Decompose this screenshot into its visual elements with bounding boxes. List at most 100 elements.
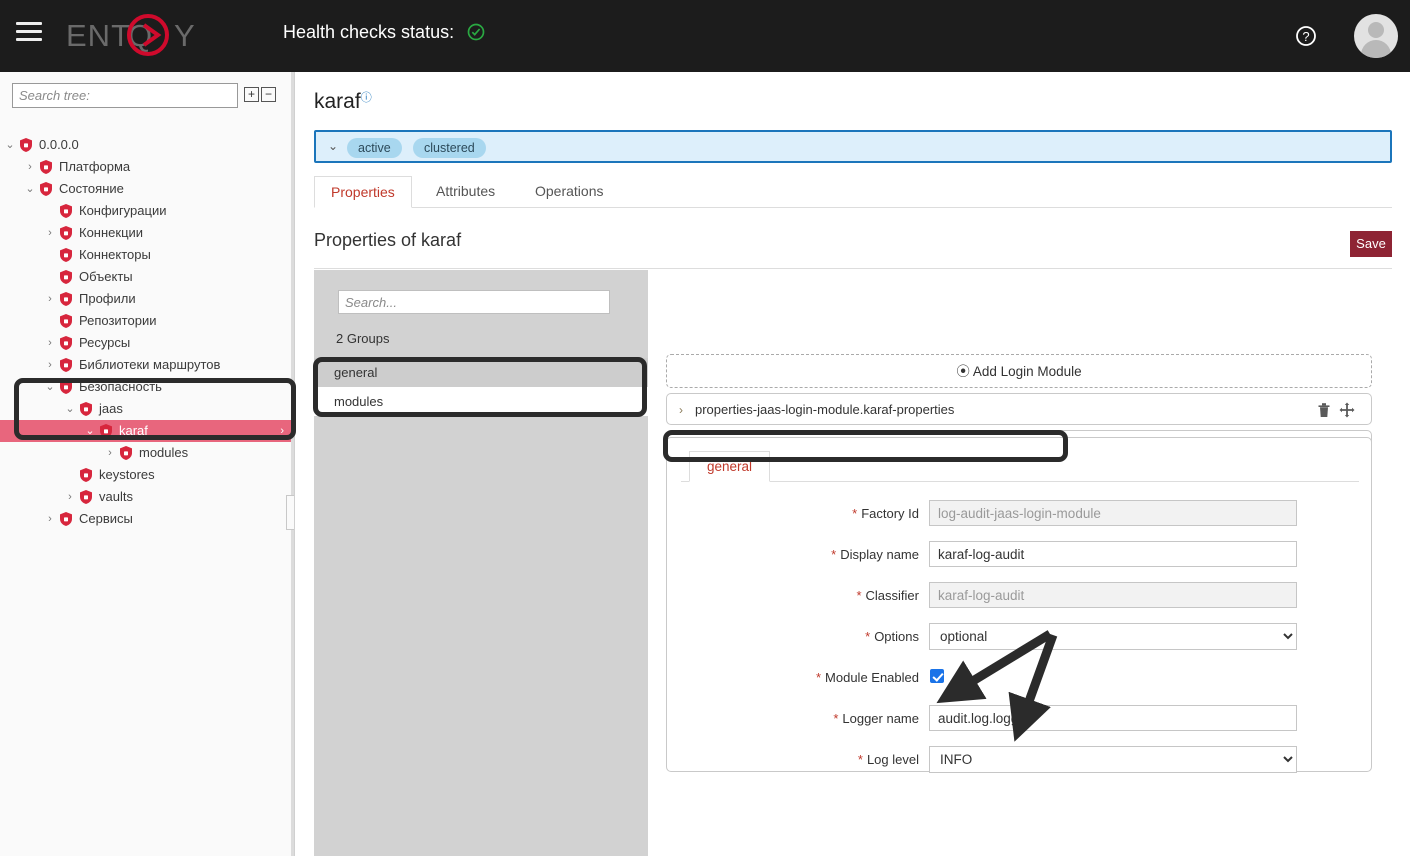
login-module-detail-panel: general *Factory Id*Display name*Classif…	[666, 437, 1372, 772]
resource-tree: ⌄0.0.0.0›Платформа⌄СостояниеКонфигурации…	[0, 134, 294, 530]
add-login-module-button[interactable]: ⦿ Add Login Module	[666, 354, 1372, 388]
page-title: karafⓘ	[314, 89, 372, 114]
input-classifier	[929, 582, 1297, 608]
security-icon	[58, 379, 74, 395]
chevron-right-icon[interactable]: ›	[44, 332, 56, 354]
field-label-text: Logger name	[842, 711, 919, 726]
status-collapse-icon[interactable]: ⌄	[328, 139, 338, 153]
login-module-row[interactable]: › properties-jaas-login-module.karaf-prop…	[666, 393, 1372, 425]
resources-icon	[58, 335, 74, 351]
tree-item-modules[interactable]: › modules	[0, 442, 294, 464]
tree-item-jaas[interactable]: ⌄jaas	[0, 398, 294, 420]
checkbox-module-enabled[interactable]	[930, 669, 944, 683]
tree-item-label: Ресурсы	[79, 332, 130, 354]
chevron-right-icon[interactable]: ›	[44, 354, 56, 376]
tree-item--[interactable]: ⌄ Безопасность	[0, 376, 294, 398]
tab-operations[interactable]: Operations	[519, 176, 619, 208]
chevron-right-icon[interactable]: ›	[24, 156, 36, 178]
chevron-right-icon[interactable]: ›	[679, 394, 683, 426]
chevron-right-icon[interactable]: ›	[44, 222, 56, 244]
required-asterisk: *	[856, 588, 861, 603]
security-icon	[98, 423, 114, 439]
tree-item-label: Сервисы	[79, 508, 133, 530]
move-icon[interactable]	[1339, 402, 1355, 418]
tree-item--[interactable]: Конфигурации	[0, 200, 294, 222]
chevron-right-icon[interactable]: ›	[104, 442, 116, 464]
chevron-down-icon[interactable]: ⌄	[84, 420, 96, 442]
tab-properties[interactable]: Properties	[314, 176, 412, 208]
tab-attributes[interactable]: Attributes	[420, 176, 511, 208]
security-icon	[78, 401, 94, 417]
tree-item--[interactable]: ›Платформа	[0, 156, 294, 178]
tree-item--[interactable]: Репозитории	[0, 310, 294, 332]
sidebar-scrollbar-thumb[interactable]	[286, 495, 295, 530]
tree-item-0-0-0-0[interactable]: ⌄0.0.0.0	[0, 134, 294, 156]
subtab-general[interactable]: general	[689, 451, 770, 482]
field-label-classifier: * Classifier	[667, 588, 919, 603]
field-label-log-level: * Log level	[667, 752, 919, 767]
tree-item-label: modules	[139, 442, 188, 464]
route-libraries-icon	[58, 357, 74, 373]
objects-icon	[58, 269, 74, 285]
collapse-all-icon[interactable]: −	[261, 87, 276, 102]
group-item-modules[interactable]: modules	[314, 387, 648, 416]
tree-item--[interactable]: ›Библиотеки маршрутов	[0, 354, 294, 376]
tree-item-label: Безопасность	[79, 376, 162, 398]
chevron-right-icon[interactable]: ›	[64, 486, 76, 508]
select-options[interactable]: optional	[929, 623, 1297, 650]
hamburger-icon[interactable]	[16, 22, 42, 44]
group-item-general[interactable]: general	[314, 358, 648, 387]
security-icon	[78, 489, 94, 505]
expand-all-icon[interactable]: +	[244, 87, 259, 102]
required-asterisk: *	[816, 670, 821, 685]
field-label-options: *Options	[667, 629, 919, 644]
top-bar: ENT Q Y Health checks status: ?	[0, 0, 1410, 72]
form-row: *Display name	[667, 536, 1373, 577]
help-circle-icon[interactable]: ?	[1294, 24, 1318, 48]
tree-item--[interactable]: › Профили	[0, 288, 294, 310]
chevron-right-icon[interactable]: ›	[44, 508, 56, 530]
chevron-down-icon[interactable]: ⌄	[24, 178, 36, 200]
form-row: * Classifier	[667, 577, 1373, 618]
tree-item--[interactable]: ›Коннекции	[0, 222, 294, 244]
tree-item-label: Профили	[79, 288, 136, 310]
tree-item-keystores[interactable]: keystores	[0, 464, 294, 486]
select-log-level[interactable]: INFO	[929, 746, 1297, 773]
section-title: Properties of karaf	[314, 230, 461, 251]
tree-item--[interactable]: ⌄Состояние	[0, 178, 294, 200]
sidebar-scrollbar[interactable]	[291, 72, 294, 856]
tree-item--[interactable]: Объекты	[0, 266, 294, 288]
check-circle-icon	[467, 23, 485, 46]
field-label-text: Log level	[867, 752, 919, 767]
tree-item--[interactable]: › Ресурсы	[0, 332, 294, 354]
login-module-name: properties-jaas-login-module.karaf-prope…	[695, 394, 954, 426]
field-label-text: Display name	[840, 547, 919, 562]
input-display-name[interactable]	[929, 541, 1297, 567]
tree-item--[interactable]: Коннекторы	[0, 244, 294, 266]
security-icon	[118, 445, 134, 461]
user-avatar-icon[interactable]	[1354, 14, 1398, 58]
input-factory-id	[929, 500, 1297, 526]
tree-item-vaults[interactable]: ›vaults	[0, 486, 294, 508]
required-asterisk: *	[858, 752, 863, 767]
trash-icon[interactable]	[1317, 402, 1331, 418]
chevron-right-icon[interactable]: ›	[44, 288, 56, 310]
tree-item-karaf[interactable]: ⌄karaf›	[0, 420, 294, 442]
svg-text:Y: Y	[174, 18, 196, 53]
input-logger-name[interactable]	[929, 705, 1297, 731]
tree-item--[interactable]: › Сервисы	[0, 508, 294, 530]
field-label-text: Options	[874, 629, 919, 644]
save-button[interactable]: Save	[1350, 231, 1392, 257]
header-divider	[314, 268, 1392, 269]
chevron-down-icon[interactable]: ⌄	[4, 134, 16, 156]
field-label-factory-id: *Factory Id	[667, 506, 919, 521]
info-circle-icon[interactable]: ⓘ	[361, 92, 372, 104]
field-label-text: Classifier	[866, 588, 919, 603]
tree-search-input[interactable]	[12, 83, 238, 108]
field-label-text: Module Enabled	[825, 670, 919, 685]
groups-search-input[interactable]	[338, 290, 610, 314]
main-content: karafⓘ ⌄ active clustered Properties Att…	[296, 72, 1410, 856]
chevron-down-icon[interactable]: ⌄	[64, 398, 76, 420]
tree-item-open-icon[interactable]: ›	[280, 420, 284, 442]
chevron-down-icon[interactable]: ⌄	[44, 376, 56, 398]
